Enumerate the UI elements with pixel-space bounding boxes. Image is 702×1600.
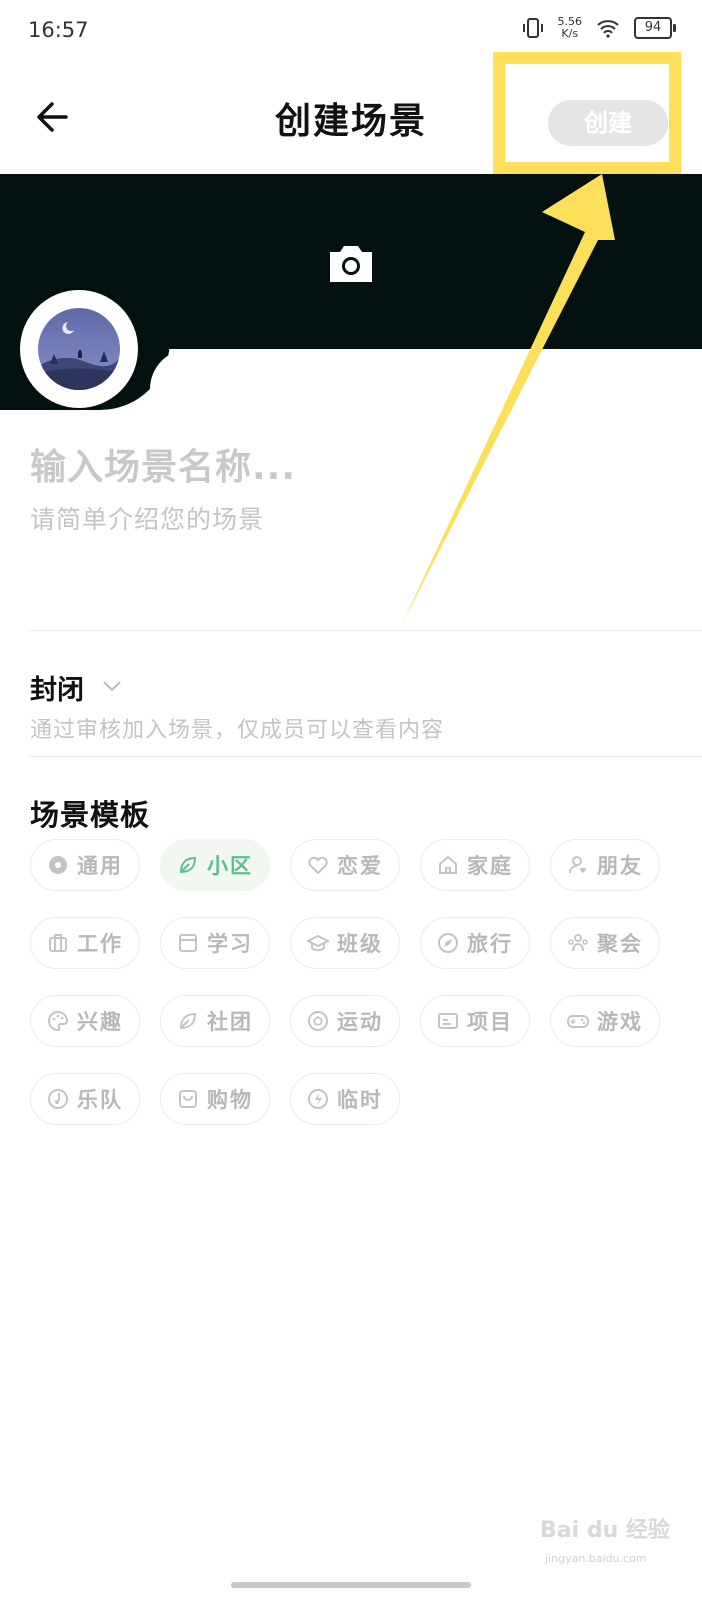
- leaf-outline-icon: [179, 1012, 197, 1030]
- shopping-bag-icon: [179, 1090, 197, 1108]
- status-time: 16:57: [28, 18, 89, 42]
- leaf-icon: [179, 856, 197, 874]
- book-icon: [179, 934, 197, 952]
- template-chip-community[interactable]: 小区: [160, 839, 270, 891]
- briefcase-icon: [49, 934, 67, 952]
- divider: [28, 756, 702, 757]
- vibrate-icon: [522, 18, 543, 38]
- template-chip-shopping[interactable]: 购物: [160, 1073, 270, 1125]
- privacy-selector[interactable]: 封闭: [30, 668, 84, 707]
- net-speed: 5.56 K/s: [557, 15, 583, 40]
- template-chip-hobby[interactable]: 兴趣: [30, 995, 140, 1047]
- template-chip-general[interactable]: 通用: [30, 839, 140, 891]
- template-chip-travel[interactable]: 旅行: [420, 917, 530, 969]
- scene-name-input[interactable]: 输入场景名称...: [30, 438, 296, 490]
- template-chip-love[interactable]: 恋爱: [290, 839, 400, 891]
- compass-icon: [438, 933, 458, 953]
- gamepad-icon: [567, 1015, 589, 1028]
- template-chip-temporary[interactable]: 临时: [290, 1073, 400, 1125]
- scene-avatar[interactable]: [38, 308, 120, 390]
- camera-button[interactable]: [326, 242, 376, 286]
- flower-icon: [49, 856, 67, 874]
- lightning-icon: [308, 1089, 328, 1109]
- template-chip-study[interactable]: 学习: [160, 917, 270, 969]
- home-icon: [439, 855, 457, 874]
- group-icon: [568, 934, 588, 952]
- graduation-cap-icon: [307, 934, 329, 952]
- id-card-icon: [438, 1013, 458, 1029]
- camera-icon: [330, 246, 372, 282]
- template-chip-band[interactable]: 乐队: [30, 1073, 140, 1125]
- ball-icon: [308, 1011, 328, 1031]
- back-arrow-icon: [37, 102, 68, 132]
- palette-icon: [48, 1010, 69, 1032]
- template-chip-project[interactable]: 项目: [420, 995, 530, 1047]
- night-landscape-icon: [38, 308, 120, 390]
- watermark: Bai du 经验: [540, 1518, 670, 1543]
- watermark-url: jingyan.baidu.com: [545, 1552, 647, 1565]
- friend-icon: [569, 856, 587, 874]
- template-chip-game[interactable]: 游戏: [550, 995, 660, 1047]
- template-chip-friends[interactable]: 朋友: [550, 839, 660, 891]
- privacy-description: 通过审核加入场景，仅成员可以查看内容: [30, 718, 445, 743]
- highlight-box: [493, 52, 681, 174]
- divider: [28, 630, 702, 631]
- home-indicator[interactable]: [231, 1582, 471, 1588]
- template-chip-work[interactable]: 工作: [30, 917, 140, 969]
- template-chip-family[interactable]: 家庭: [420, 839, 530, 891]
- template-chip-club[interactable]: 社团: [160, 995, 270, 1047]
- template-chip-class[interactable]: 班级: [290, 917, 400, 969]
- music-icon: [48, 1089, 68, 1109]
- template-chip-party[interactable]: 聚会: [550, 917, 660, 969]
- battery-indicator: 94: [634, 17, 676, 39]
- hearts-icon: [308, 856, 328, 875]
- chevron-down-icon[interactable]: [100, 674, 124, 698]
- status-icons: 5.56 K/s 94: [522, 15, 676, 40]
- wifi-icon: [597, 20, 619, 38]
- back-button[interactable]: [30, 92, 80, 142]
- template-section-title: 场景模板: [30, 798, 151, 832]
- scene-desc-input[interactable]: 请简单介绍您的场景: [30, 500, 264, 536]
- template-chip-sports[interactable]: 运动: [290, 995, 400, 1047]
